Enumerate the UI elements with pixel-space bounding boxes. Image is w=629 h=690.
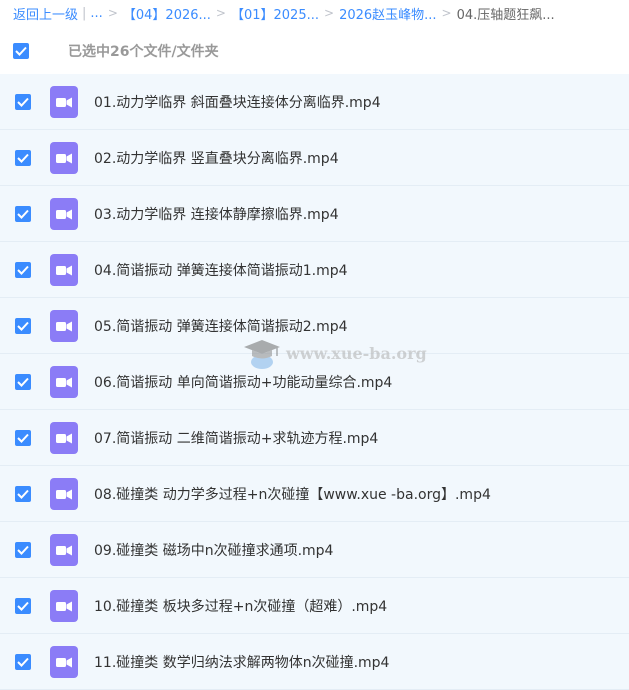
checkbox-checked-icon [17,97,29,107]
breadcrumb-current: 04.压轴题狂飙... [456,7,555,23]
checkbox-checked-icon [17,433,29,443]
video-file-icon [50,197,78,230]
file-name[interactable]: 06.简谐振动 单向简谐振动+功能动量综合.mp4 [94,372,392,392]
file-checkbox[interactable] [15,485,31,502]
file-checkbox[interactable] [15,93,31,110]
file-name[interactable]: 08.碰撞类 动力学多过程+n次碰撞【www.xue -ba.org】.mp4 [94,484,491,504]
file-checkbox[interactable] [15,149,31,166]
file-name[interactable]: 02.动力学临界 竖直叠块分离临界.mp4 [94,148,339,168]
video-file-icon [50,477,78,510]
chevron-right-icon: > [107,6,118,20]
chevron-right-icon: > [441,6,452,20]
file-checkbox[interactable] [15,261,31,278]
chevron-right-icon: > [324,6,335,20]
checkbox-checked-icon [17,545,29,555]
video-file-icon [50,253,78,286]
checkbox-checked-icon [17,489,29,499]
file-name[interactable]: 10.碰撞类 板块多过程+n次碰撞（超难）.mp4 [94,596,387,616]
file-row[interactable]: 11.碰撞类 数学归纳法求解两物体n次碰撞.mp4 [0,634,629,690]
checkbox-checked-icon [17,601,29,611]
breadcrumb: 返回上一级 | ... > 【04】2026... > 【01】2025... … [0,0,629,26]
checkbox-checked-icon [17,321,29,331]
video-file-icon [50,645,78,678]
video-file-icon [50,309,78,342]
file-name[interactable]: 11.碰撞类 数学归纳法求解两物体n次碰撞.mp4 [94,652,389,672]
file-name[interactable]: 04.简谐振动 弹簧连接体简谐振动1.mp4 [94,260,348,280]
video-file-icon [50,533,78,566]
file-row[interactable]: 03.动力学临界 连接体静摩擦临界.mp4 [0,186,629,242]
file-list: 01.动力学临界 斜面叠块连接体分离临界.mp4 02.动力学临界 竖直叠块分离临… [0,74,629,690]
breadcrumb-item[interactable]: 2026赵玉峰物... [339,4,436,23]
selection-bar: 已选中26个文件/文件夹 [0,26,629,76]
video-file-icon [50,141,78,174]
breadcrumb-item[interactable]: 【04】2026... [123,4,211,23]
back-link[interactable]: 返回上一级 [13,4,78,23]
file-name[interactable]: 09.碰撞类 磁场中n次碰撞求通项.mp4 [94,540,333,560]
breadcrumb-ellipsis[interactable]: ... [90,6,102,21]
file-row[interactable]: 05.简谐振动 弹簧连接体简谐振动2.mp4 [0,298,629,354]
breadcrumb-item[interactable]: 【01】2025... [231,4,319,23]
file-row[interactable]: 02.动力学临界 竖直叠块分离临界.mp4 [0,130,629,186]
file-row[interactable]: 07.简谐振动 二维简谐振动+求轨迹方程.mp4 [0,410,629,466]
checkbox-checked-icon [17,657,29,667]
file-checkbox[interactable] [15,653,31,670]
checkbox-checked-icon [17,265,29,275]
video-file-icon [50,589,78,622]
file-name[interactable]: 01.动力学临界 斜面叠块连接体分离临界.mp4 [94,92,381,112]
checkbox-checked-icon [17,377,29,387]
select-all-checkbox[interactable] [13,43,29,59]
file-row[interactable]: 04.简谐振动 弹簧连接体简谐振动1.mp4 [0,242,629,298]
checkbox-checked-icon [17,209,29,219]
file-checkbox[interactable] [15,205,31,222]
selection-summary: 已选中26个文件/文件夹 [68,44,219,60]
checkbox-checked-icon [15,46,27,56]
file-name[interactable]: 03.动力学临界 连接体静摩擦临界.mp4 [94,204,339,224]
file-row[interactable]: 08.碰撞类 动力学多过程+n次碰撞【www.xue -ba.org】.mp4 [0,466,629,522]
file-row[interactable]: 01.动力学临界 斜面叠块连接体分离临界.mp4 [0,74,629,130]
checkbox-checked-icon [17,153,29,163]
chevron-right-icon: > [215,6,226,20]
breadcrumb-divider: | [82,5,87,21]
video-file-icon [50,85,78,118]
file-checkbox[interactable] [15,317,31,334]
video-file-icon [50,365,78,398]
file-checkbox[interactable] [15,429,31,446]
file-row[interactable]: 06.简谐振动 单向简谐振动+功能动量综合.mp4 [0,354,629,410]
file-checkbox[interactable] [15,541,31,558]
file-checkbox[interactable] [15,597,31,614]
file-row[interactable]: 10.碰撞类 板块多过程+n次碰撞（超难）.mp4 [0,578,629,634]
file-name[interactable]: 05.简谐振动 弹簧连接体简谐振动2.mp4 [94,316,348,336]
file-checkbox[interactable] [15,373,31,390]
file-name[interactable]: 07.简谐振动 二维简谐振动+求轨迹方程.mp4 [94,428,378,448]
file-row[interactable]: 09.碰撞类 磁场中n次碰撞求通项.mp4 [0,522,629,578]
video-file-icon [50,421,78,454]
